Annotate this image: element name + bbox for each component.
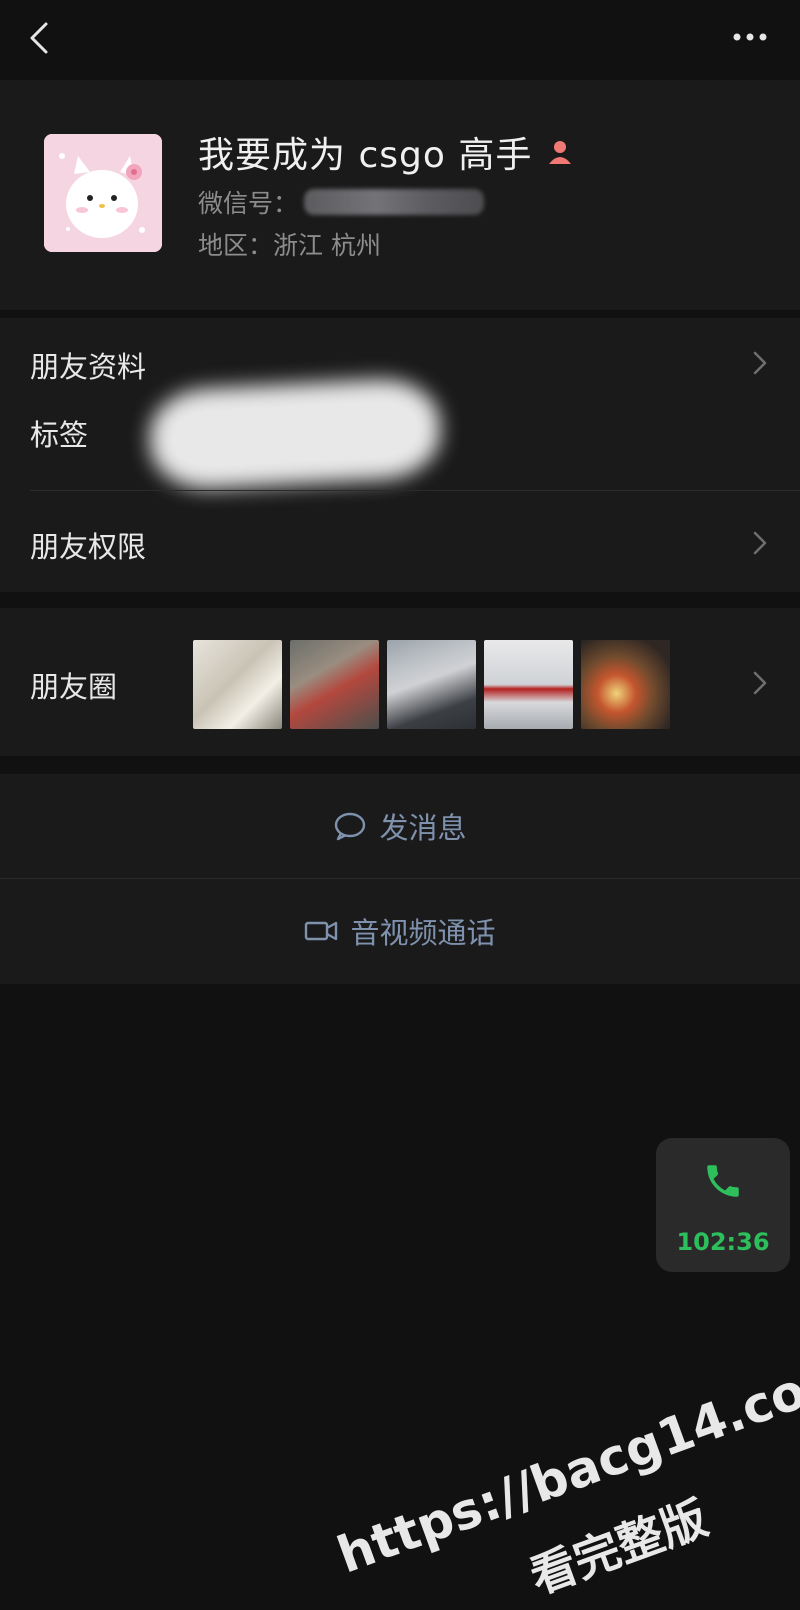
send-message-label: 发消息 <box>379 811 467 845</box>
wechat-id-row: 微信号： <box>198 184 485 220</box>
friend-profile-label: 朋友资料 <box>30 350 147 384</box>
moments-label: 朋友圈 <box>30 670 118 704</box>
moment-thumbnail <box>484 640 573 729</box>
chevron-right-icon <box>753 351 767 375</box>
avatar[interactable] <box>44 134 162 252</box>
friend-permissions-row[interactable]: 朋友权限 <box>0 490 800 592</box>
back-icon[interactable] <box>26 20 56 56</box>
call-duration: 102:36 <box>676 1228 770 1256</box>
video-camera-icon <box>305 921 338 941</box>
send-message-button[interactable]: 发消息 <box>0 774 800 878</box>
more-icon[interactable] <box>732 30 768 44</box>
profile-card: 我要成为 csgo 高手 微信号： 地区：浙江 杭州 <box>0 80 800 310</box>
moments-thumbnails <box>193 640 670 729</box>
moment-thumbnail <box>581 640 670 729</box>
moment-thumbnail <box>290 640 379 729</box>
redaction-blur <box>147 376 443 492</box>
top-bar <box>0 0 800 80</box>
info-section: 朋友资料 标签 朋友权限 <box>0 318 800 592</box>
ongoing-call-widget[interactable]: 102:36 <box>656 1138 790 1272</box>
video-call-button[interactable]: 音视频通话 <box>0 878 800 984</box>
moments-section[interactable]: 朋友圈 <box>0 608 800 756</box>
moment-thumbnail <box>193 640 282 729</box>
phone-icon <box>707 1165 739 1197</box>
chevron-right-icon <box>753 671 767 695</box>
contact-name: 我要成为 csgo 高手 <box>198 135 533 176</box>
wechat-id-redacted <box>304 189 485 215</box>
person-female-icon <box>549 141 572 164</box>
chevron-right-icon <box>753 531 767 555</box>
actions-section: 发消息 音视频通话 <box>0 774 800 984</box>
chat-bubble-icon <box>335 812 366 841</box>
tags-label: 标签 <box>30 418 89 452</box>
video-call-label: 音视频通话 <box>350 916 496 950</box>
region-text: 地区：浙江 杭州 <box>198 231 381 260</box>
name-row: 我要成为 csgo 高手 <box>198 126 574 178</box>
friend-permissions-label: 朋友权限 <box>30 530 147 564</box>
moment-thumbnail <box>387 640 476 729</box>
wechat-id-label: 微信号： <box>198 189 299 218</box>
